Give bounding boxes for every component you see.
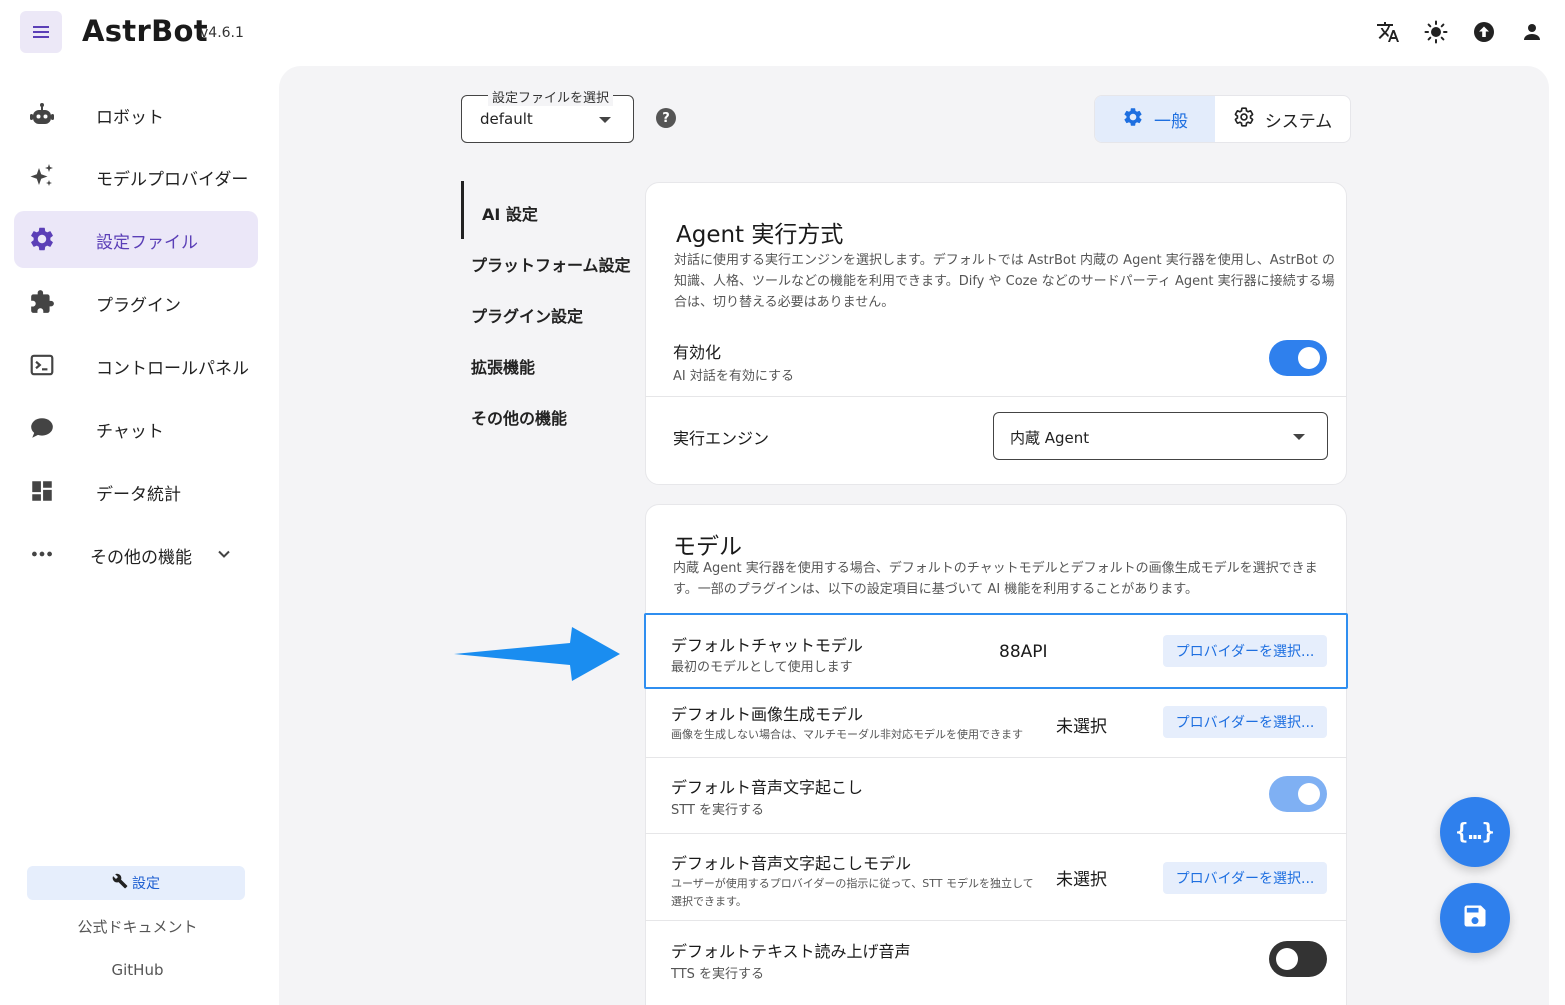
settings-tabs: 一般 システム (1094, 95, 1351, 143)
row-subtitle: ユーザーが使用するプロバイダーの指示に従って、STT モデルを独立して (671, 877, 1034, 890)
section-nav-other[interactable]: その他の機能 (471, 405, 567, 429)
engine-select[interactable]: 内蔵 Agent (993, 412, 1328, 460)
wrench-icon (112, 873, 128, 893)
toggle-knob (1298, 783, 1320, 805)
top-bar: AstrBot v4.6.1 (0, 0, 1565, 64)
divider (645, 757, 1347, 758)
sidebar-item-label: チャット (96, 422, 164, 442)
sidebar-item-label: その他の機能 (90, 548, 192, 568)
section-nav-indicator (461, 181, 464, 239)
gear-outline-icon (1233, 106, 1255, 133)
divider (645, 920, 1347, 921)
stt-model-value: 未選択 (1056, 870, 1107, 890)
row-title: デフォルト画像生成モデル (671, 705, 864, 724)
account-icon[interactable] (1516, 16, 1548, 48)
sidebar-item-control-panel[interactable]: コントロールパネル (14, 337, 258, 394)
help-icon[interactable]: ? (656, 108, 676, 128)
row-title: デフォルトテキスト読み上げ音声 (671, 942, 911, 961)
sidebar-item-label: モデルプロバイダー (96, 170, 249, 190)
image-model-value: 未選択 (1056, 717, 1107, 737)
sidebar-item-label: プラグイン (96, 296, 181, 316)
caret-down-icon (599, 117, 611, 123)
app-version: v4.6.1 (200, 25, 244, 41)
enable-title: 有効化 (673, 343, 722, 362)
hamburger-icon (33, 31, 49, 33)
docs-link[interactable]: 公式ドキュメント (0, 916, 275, 937)
sparkle-icon (28, 162, 56, 190)
sidebar-item-label: 設定ファイル (96, 233, 198, 253)
sidebar-item-robot[interactable]: ロボット (14, 86, 258, 143)
pointer-arrow-icon (454, 627, 620, 681)
settings-button[interactable]: 設定 (27, 866, 245, 900)
config-select-legend: 設定ファイルを選択 (488, 87, 614, 106)
engine-label: 実行エンジン (673, 429, 770, 448)
highlight-box (644, 613, 1348, 689)
row-subtitle-cont: 選択できます。 (671, 895, 747, 908)
enable-ai-toggle[interactable] (1269, 340, 1327, 376)
save-button[interactable] (1440, 883, 1510, 953)
toggle-knob (1276, 948, 1298, 970)
github-link[interactable]: GitHub (0, 961, 275, 979)
card-title: モデル (673, 534, 742, 560)
chat-bubble-icon (28, 414, 56, 442)
save-icon (1461, 902, 1489, 934)
config-file-select[interactable]: 設定ファイルを選択 default (461, 87, 634, 143)
brightness-icon[interactable] (1420, 16, 1452, 48)
code-braces-button[interactable]: {…} (1440, 797, 1510, 867)
toggle-knob (1298, 347, 1320, 369)
code-braces-icon: {…} (1455, 819, 1495, 845)
more-dots-icon (28, 540, 56, 568)
row-subtitle: STT を実行する (671, 803, 765, 818)
tab-system[interactable]: システム (1215, 96, 1350, 142)
card-description: 内蔵 Agent 実行器を使用する場合、デフォルトのチャットモデルとデフォルトの… (673, 561, 1318, 597)
card-description: 対話に使用する実行エンジンを選択します。デフォルトでは AstrBot 内蔵の … (674, 253, 1335, 310)
sidebar-item-chat[interactable]: チャット (14, 400, 258, 457)
sidebar-item-label: データ統計 (96, 485, 181, 505)
row-title: デフォルト音声文字起こしモデル (671, 854, 912, 873)
divider (645, 396, 1347, 397)
sidebar-item-label: ロボット (96, 108, 164, 128)
row-subtitle: TTS を実行する (671, 967, 765, 982)
engine-select-value: 内蔵 Agent (1010, 429, 1090, 447)
divider (645, 833, 1347, 834)
section-nav-platform[interactable]: プラットフォーム設定 (471, 252, 631, 276)
app-name: AstrBot (82, 14, 208, 48)
upload-arrow-icon[interactable] (1468, 16, 1500, 48)
sidebar-item-label: コントロールパネル (96, 359, 249, 379)
model-card: モデル 内蔵 Agent 実行器を使用する場合、デフォルトのチャットモデルとデフ… (645, 504, 1347, 1005)
terminal-icon (28, 351, 56, 379)
sidebar: ロボット モデルプロバイダー 設定ファイル プラグイン コントロールパネル チャ… (0, 64, 275, 1005)
sidebar-item-plugins[interactable]: プラグイン (14, 274, 258, 331)
tab-general[interactable]: 一般 (1095, 96, 1215, 142)
row-title: デフォルト音声文字起こし (671, 778, 864, 797)
tab-label: 一般 (1154, 111, 1188, 132)
row-subtitle: 画像を生成しない場合は、マルチモーダル非対応モデルを使用できます (671, 728, 1023, 741)
tts-toggle[interactable] (1269, 941, 1327, 977)
enable-subtitle: AI 対話を有効にする (673, 369, 794, 384)
select-provider-button[interactable]: プロバイダーを選択... (1163, 862, 1327, 894)
section-nav-ai[interactable]: AI 設定 (482, 201, 538, 225)
gear-icon (28, 225, 56, 253)
dashboard-icon (28, 477, 56, 505)
language-icon[interactable] (1372, 16, 1404, 48)
chevron-down-icon (214, 544, 234, 568)
sidebar-item-data-stats[interactable]: データ統計 (14, 463, 258, 520)
sidebar-item-more[interactable]: その他の機能 (14, 526, 258, 583)
caret-down-icon (1293, 434, 1305, 440)
config-select-value: default (480, 110, 533, 128)
stt-toggle[interactable] (1269, 776, 1327, 812)
section-nav-extensions[interactable]: 拡張機能 (471, 354, 535, 378)
menu-toggle-button[interactable] (20, 11, 62, 53)
section-nav-plugin[interactable]: プラグイン設定 (471, 303, 583, 327)
robot-icon (28, 100, 56, 128)
gear-icon (1122, 106, 1144, 133)
sidebar-item-model-provider[interactable]: モデルプロバイダー (14, 148, 258, 205)
sidebar-item-config-file[interactable]: 設定ファイル (14, 211, 258, 268)
tab-label: システム (1264, 111, 1333, 132)
select-provider-button[interactable]: プロバイダーを選択... (1163, 706, 1327, 738)
settings-label: 設定 (132, 876, 160, 892)
card-title: Agent 実行方式 (676, 222, 844, 248)
puzzle-icon (28, 288, 56, 316)
